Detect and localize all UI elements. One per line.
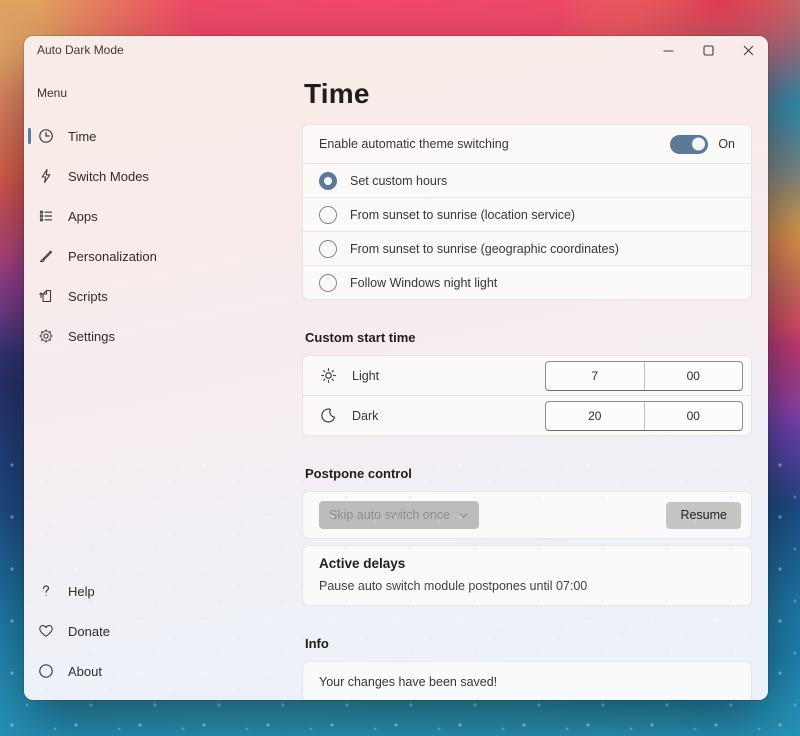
radio-unselected-icon	[319, 240, 337, 258]
window-controls	[648, 36, 768, 64]
radio-selected-icon	[319, 172, 337, 190]
sidebar-item-apps[interactable]: Apps	[24, 196, 294, 236]
active-delays-title: Active delays	[319, 556, 735, 571]
lightning-icon	[37, 168, 54, 185]
theme-switch-label: Enable automatic theme switching	[319, 137, 509, 151]
toggle-state-label: On	[718, 137, 735, 151]
postpone-control-label: Postpone control	[305, 466, 752, 481]
page-title: Time	[304, 78, 752, 110]
sidebar-item-label: Scripts	[68, 289, 108, 304]
sidebar-item-switch-modes[interactable]: Switch Modes	[24, 156, 294, 196]
postpone-control-card: Skip auto switch once Resume	[302, 491, 752, 539]
light-label: Light	[352, 369, 379, 383]
custom-start-time-card: Light 7 00 Dark 20 00	[302, 355, 752, 436]
close-button[interactable]	[728, 36, 768, 64]
dark-time-picker[interactable]: 20 00	[545, 401, 743, 431]
active-delays-text: Pause auto switch module postpones until…	[319, 579, 735, 593]
brush-icon	[37, 248, 54, 265]
radio-option-label: From sunset to sunrise (location service…	[350, 208, 575, 222]
sidebar: Menu Time Switch Modes	[24, 64, 294, 700]
sidebar-item-label: About	[68, 664, 102, 679]
sidebar-item-about[interactable]: About	[24, 651, 294, 691]
radio-option-label: From sunset to sunrise (geographic coord…	[350, 242, 619, 256]
theme-switching-card: Enable automatic theme switching On Set …	[302, 124, 752, 300]
radio-option-night-light[interactable]: Follow Windows night light	[303, 265, 751, 299]
light-time-picker[interactable]: 7 00	[545, 361, 743, 391]
sidebar-item-label: Apps	[68, 209, 98, 224]
sidebar-item-label: Time	[68, 129, 96, 144]
sidebar-item-label: Settings	[68, 329, 115, 344]
clock-icon	[37, 128, 54, 145]
active-delays-card: Active delays Pause auto switch module p…	[302, 545, 752, 606]
app-list-icon	[37, 208, 54, 225]
main-content: Time Enable automatic theme switching On…	[294, 64, 768, 700]
light-hour-field[interactable]: 7	[546, 362, 644, 390]
postpone-dropdown[interactable]: Skip auto switch once	[319, 501, 479, 529]
dark-minute-field[interactable]: 00	[644, 402, 743, 430]
theme-switch-row: Enable automatic theme switching On	[303, 125, 751, 163]
custom-start-time-label: Custom start time	[305, 330, 752, 345]
radio-option-location-service[interactable]: From sunset to sunrise (location service…	[303, 197, 751, 231]
menu-label: Menu	[24, 86, 294, 100]
minimize-icon	[663, 45, 674, 56]
chevron-down-icon	[458, 510, 469, 521]
sidebar-nav: Time Switch Modes Apps	[24, 116, 294, 356]
maximize-icon	[703, 45, 714, 56]
sidebar-item-donate[interactable]: Donate	[24, 611, 294, 651]
light-time-row: Light 7 00	[303, 356, 751, 395]
info-label: Info	[305, 636, 752, 651]
circle-icon	[37, 663, 54, 680]
close-icon	[743, 45, 754, 56]
info-message: Your changes have been saved!	[319, 675, 497, 689]
postpone-dropdown-value: Skip auto switch once	[329, 508, 450, 522]
window-title: Auto Dark Mode	[24, 43, 124, 57]
sidebar-item-time[interactable]: Time	[24, 116, 294, 156]
sidebar-footer-nav: Help Donate About	[24, 571, 294, 700]
light-minute-field[interactable]: 00	[644, 362, 743, 390]
maximize-button[interactable]	[688, 36, 728, 64]
script-icon	[37, 288, 54, 305]
heart-icon	[37, 623, 54, 640]
sidebar-item-label: Donate	[68, 624, 110, 639]
dark-label: Dark	[352, 409, 378, 423]
sidebar-item-label: Help	[68, 584, 95, 599]
sidebar-item-personalization[interactable]: Personalization	[24, 236, 294, 276]
app-window: Auto Dark Mode Menu	[24, 36, 768, 700]
theme-switch-toggle[interactable]	[670, 135, 708, 154]
resume-button[interactable]: Resume	[666, 502, 741, 529]
minimize-button[interactable]	[648, 36, 688, 64]
gear-icon	[37, 328, 54, 345]
sidebar-item-label: Switch Modes	[68, 169, 149, 184]
info-card: Your changes have been saved!	[302, 661, 752, 700]
desktop-wallpaper: Auto Dark Mode Menu	[0, 0, 800, 736]
radio-unselected-icon	[319, 274, 337, 292]
toggle-knob	[692, 138, 705, 151]
dark-time-row: Dark 20 00	[303, 395, 751, 435]
radio-option-geographic-coordinates[interactable]: From sunset to sunrise (geographic coord…	[303, 231, 751, 265]
title-bar[interactable]: Auto Dark Mode	[24, 36, 768, 64]
sidebar-item-label: Personalization	[68, 249, 157, 264]
question-icon	[37, 583, 54, 600]
sidebar-item-scripts[interactable]: Scripts	[24, 276, 294, 316]
moon-icon	[319, 407, 337, 425]
radio-unselected-icon	[319, 206, 337, 224]
radio-option-custom-hours[interactable]: Set custom hours	[303, 163, 751, 197]
sun-icon	[319, 367, 337, 385]
sidebar-item-help[interactable]: Help	[24, 571, 294, 611]
radio-option-label: Set custom hours	[350, 174, 447, 188]
sidebar-item-settings[interactable]: Settings	[24, 316, 294, 356]
radio-option-label: Follow Windows night light	[350, 276, 497, 290]
dark-hour-field[interactable]: 20	[546, 402, 644, 430]
